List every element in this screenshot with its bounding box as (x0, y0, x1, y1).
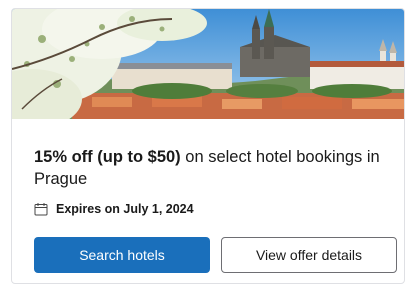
offer-expiry: Expires on July 1, 2024 (34, 202, 194, 216)
view-offer-details-button[interactable]: View offer details (221, 237, 397, 273)
offer-headline: 15% off (up to $50) on select hotel book… (34, 146, 394, 190)
expiry-text: Expires on July 1, 2024 (56, 202, 194, 216)
prague-castle-image (12, 9, 404, 119)
search-hotels-button[interactable]: Search hotels (34, 237, 210, 273)
offer-card: 15% off (up to $50) on select hotel book… (11, 8, 405, 284)
offer-discount: 15% off (up to $50) (34, 148, 181, 166)
calendar-icon (34, 202, 48, 216)
